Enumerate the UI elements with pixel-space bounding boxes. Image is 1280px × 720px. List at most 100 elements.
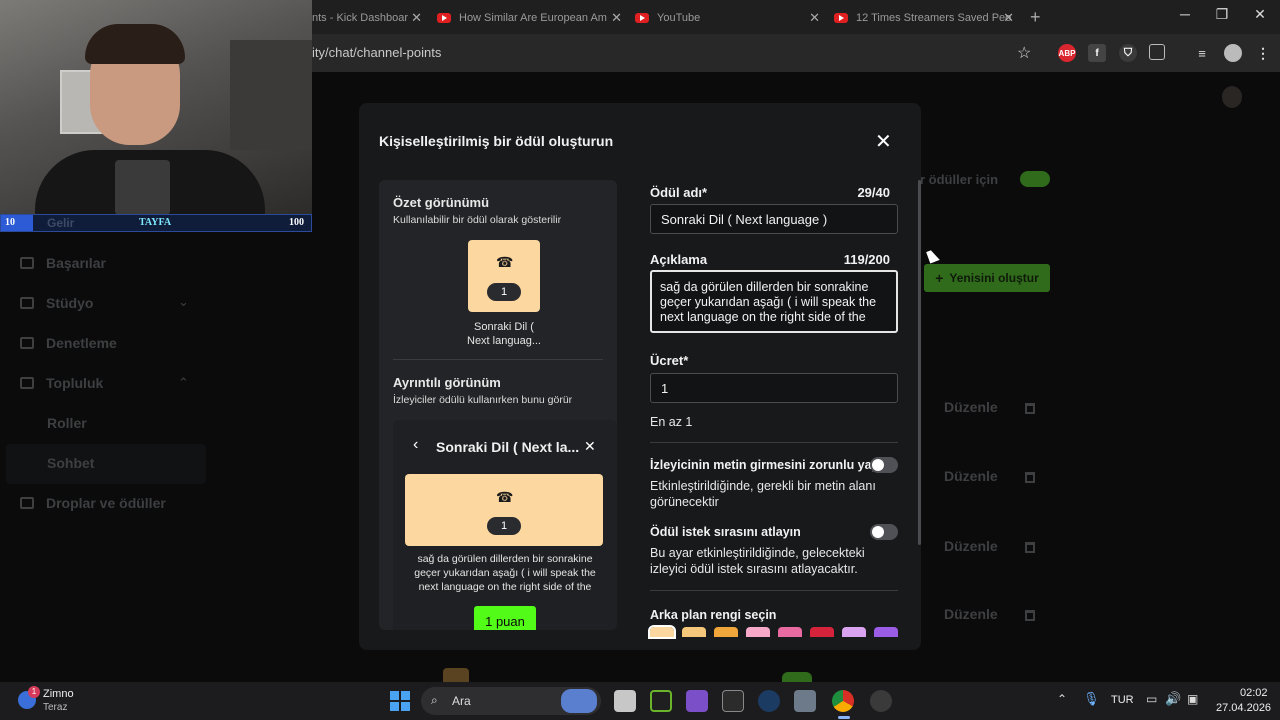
restore-icon[interactable]: ❐ [1207, 6, 1237, 23]
close-icon[interactable]: ✕ [875, 129, 892, 154]
person-hair [85, 24, 185, 64]
profile-icon[interactable] [1224, 44, 1242, 62]
sidebar-item-roller[interactable]: Roller [47, 415, 87, 431]
close-icon[interactable]: ✕ [1003, 10, 1014, 26]
tray-chevron-icon[interactable]: ⌃ [1057, 692, 1067, 706]
sidebar-item-topluluk[interactable]: Topluluk [20, 375, 103, 391]
adblock-icon[interactable]: ABP [1058, 44, 1076, 62]
description-line: geçer yukarıdan aşağı ( i will speak the [414, 567, 596, 579]
minimize-icon[interactable]: ─ [1170, 6, 1200, 22]
steam-icon[interactable] [758, 690, 780, 712]
shield-icon[interactable]: ⛉ [1119, 44, 1137, 62]
windows-start-icon[interactable] [390, 691, 399, 700]
description-textarea[interactable]: sağ da görülen dillerden bir sonrakine g… [650, 270, 898, 333]
goal-target: 100 [289, 217, 304, 228]
reward-thumb [443, 668, 469, 682]
reward-form: Ödül adı* 29/40 Sonraki Dil ( Next langu… [650, 180, 898, 630]
close-icon[interactable]: ✕ [584, 438, 596, 455]
youtube-icon [834, 13, 848, 23]
color-swatch[interactable] [778, 627, 802, 637]
trash-icon[interactable] [1025, 403, 1035, 414]
sidebar-item-label: Stüdyo [46, 295, 94, 311]
skip-queue-toggle[interactable] [870, 524, 898, 540]
sidebar-item-denetleme[interactable]: Denetleme [20, 335, 117, 351]
tab-title: 12 Times Streamers Saved Peo [856, 12, 1012, 24]
reward-name-line2: Next languag... [467, 335, 541, 347]
weather-label: Zimno [43, 688, 74, 700]
background-toggle[interactable] [1020, 171, 1050, 187]
sidebar-item-sohbet[interactable]: Sohbet [47, 455, 94, 471]
color-swatch[interactable] [810, 627, 834, 637]
task-view-icon[interactable] [614, 690, 636, 712]
back-arrow-icon[interactable]: ‹ [413, 436, 418, 454]
color-swatch[interactable] [746, 627, 770, 637]
nvidia-icon[interactable] [650, 690, 672, 712]
puzzle-icon[interactable] [1149, 44, 1165, 60]
volume-icon[interactable]: 🔊 [1165, 691, 1181, 707]
require-text-toggle[interactable] [870, 457, 898, 473]
new-tab-icon[interactable]: + [1030, 7, 1041, 28]
name-count: 29/40 [857, 185, 890, 200]
media-icon[interactable]: ≡ [1193, 44, 1211, 62]
sidebar-item-droplar[interactable]: Droplar ve ödüller [20, 495, 166, 511]
trash-icon[interactable] [1025, 472, 1035, 483]
create-new-button[interactable]: + Yenisini oluştur [924, 264, 1050, 292]
address-bar[interactable]: ity/chat/channel-points [312, 45, 441, 60]
color-swatch[interactable] [714, 627, 738, 637]
bookmark-star-icon[interactable]: ☆ [1017, 43, 1031, 63]
color-swatch[interactable] [648, 625, 676, 639]
reward-name-input[interactable]: Sonraki Dil ( Next language ) [650, 204, 898, 234]
preview-panel: Özet görünümü Kullanılabilir bir ödül ol… [379, 180, 617, 630]
edit-button[interactable]: Düzenle [944, 538, 998, 554]
description-label: Açıklama [650, 252, 708, 267]
color-swatch[interactable] [682, 627, 706, 637]
trash-icon[interactable] [1025, 610, 1035, 621]
tab-title: nts - Kick Dashboar [312, 12, 408, 24]
close-icon[interactable]: ✕ [809, 10, 820, 26]
tab-youtube[interactable]: YouTube ✕ [635, 6, 820, 30]
chrome-icon[interactable] [832, 690, 854, 712]
epic-games-icon[interactable] [722, 690, 744, 712]
trash-icon[interactable] [1025, 542, 1035, 553]
sidebar-item-studyo[interactable]: Stüdyo [20, 295, 93, 311]
summary-title: Özet görünümü [393, 195, 490, 210]
extension-f-icon[interactable]: f [1088, 44, 1106, 62]
hint-line: Bu ayar etkinleştirildiğinde, gelecektek… [650, 546, 865, 560]
battery-icon[interactable]: ▣ [1187, 692, 1198, 706]
redeem-button[interactable]: 1 puan [474, 606, 536, 630]
clock-date[interactable]: 27.04.2026 [1216, 702, 1271, 714]
color-swatch[interactable] [874, 627, 898, 637]
close-icon[interactable]: ✕ [411, 10, 422, 26]
description-count: 119/200 [843, 252, 890, 267]
obs-icon[interactable] [870, 690, 892, 712]
chevron-up-icon[interactable]: ⌃ [178, 375, 189, 391]
cost-input[interactable]: 1 [650, 373, 898, 403]
weather-sub: Teraz [43, 702, 68, 713]
tab-streamers[interactable]: 12 Times Streamers Saved Peo ✕ [834, 6, 1014, 30]
telephone-icon: ☎ [496, 489, 514, 505]
tab-kick-dashboard[interactable]: nts - Kick Dashboar ✕ [312, 6, 422, 30]
edit-button[interactable]: Düzenle [944, 399, 998, 415]
detail-preview-card: ‹ Sonraki Dil ( Next la... ✕ ☎ 1 sağ da … [393, 420, 617, 630]
close-icon[interactable]: ✕ [611, 10, 622, 26]
microphone-icon[interactable]: 🎙 [1083, 691, 1100, 707]
app-icon[interactable] [794, 690, 816, 712]
reward-toggle[interactable] [782, 672, 812, 682]
window-close-icon[interactable]: ✕ [1245, 6, 1275, 23]
sidebar-item-basarilar[interactable]: Başarılar [20, 255, 106, 271]
scrollbar[interactable] [918, 180, 921, 545]
network-icon[interactable]: ▭ [1146, 692, 1157, 706]
taskbar-search[interactable]: ⌕ Ara [421, 687, 601, 715]
visual-studio-icon[interactable] [686, 690, 708, 712]
edit-button[interactable]: Düzenle [944, 606, 998, 622]
clock-time[interactable]: 02:02 [1240, 687, 1268, 699]
active-indicator [838, 716, 850, 719]
menu-icon[interactable]: ⋮ [1254, 44, 1272, 62]
edit-button[interactable]: Düzenle [944, 468, 998, 484]
gift-icon [20, 497, 34, 509]
language-indicator[interactable]: TUR [1111, 694, 1134, 706]
avatar[interactable] [1222, 86, 1242, 108]
color-swatch[interactable] [842, 627, 866, 637]
tab-european[interactable]: How Similar Are European Am ✕ [437, 6, 622, 30]
chevron-down-icon[interactable]: ⌄ [178, 294, 189, 310]
